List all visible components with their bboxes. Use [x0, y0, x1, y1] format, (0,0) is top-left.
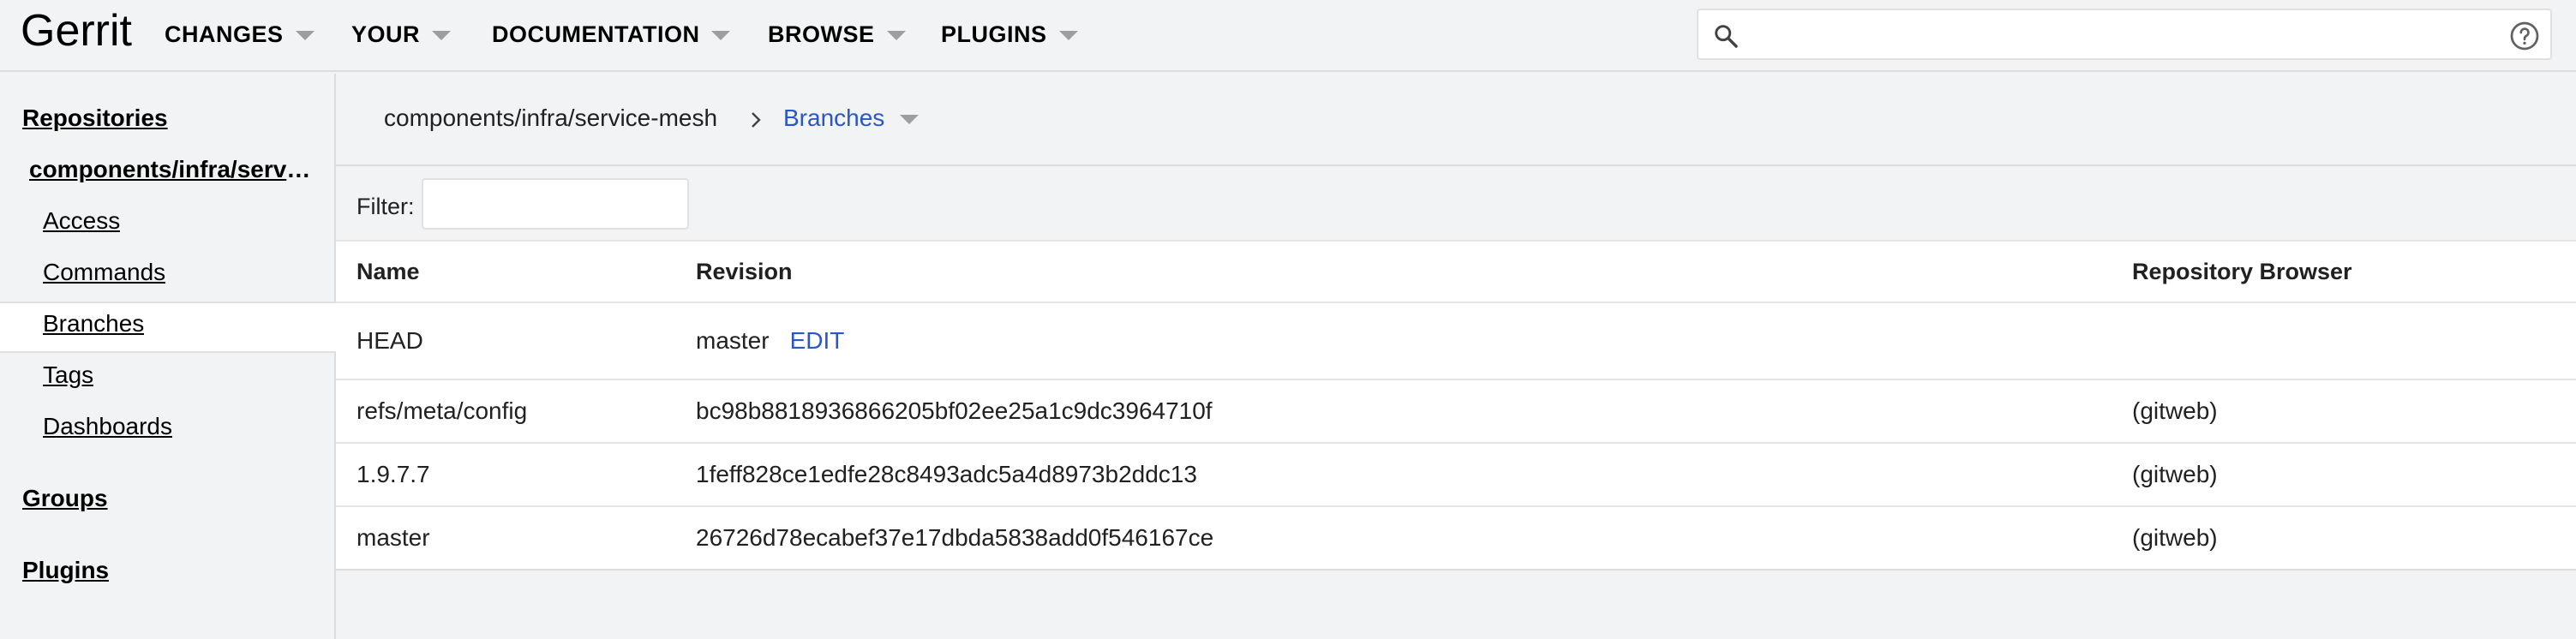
chevron-down-icon	[432, 30, 452, 40]
chevron-down-icon	[900, 114, 920, 124]
breadcrumb-repo: components/infra/service-mesh	[384, 105, 718, 131]
branch-name: master	[356, 524, 430, 551]
nav-your-label: YOUR	[351, 21, 421, 47]
branch-revision-cell: master EDIT	[696, 303, 844, 379]
main-content: components/infra/service-mesh Branches F…	[336, 74, 2576, 639]
sidebar-item-access[interactable]: Access	[43, 207, 120, 235]
branch-revision: 26726d78ecabef37e17dbda5838add0f546167ce	[696, 524, 1214, 551]
nav-browse-label: BROWSE	[768, 21, 875, 47]
gerrit-logo[interactable]: Gerrit	[21, 2, 132, 60]
nav-plugins-label: PLUGINS	[941, 21, 1047, 47]
branch-name: refs/meta/config	[356, 397, 528, 424]
repository-browser-link[interactable]: (gitweb)	[2132, 444, 2218, 505]
search-icon	[1715, 25, 1738, 48]
filter-row: Filter:	[336, 168, 2576, 243]
branch-name: HEAD	[356, 327, 423, 354]
chevron-down-icon	[1058, 30, 1078, 40]
edit-head-button[interactable]: EDIT	[790, 327, 845, 355]
sidebar-link-plugins[interactable]: Plugins	[22, 557, 109, 584]
sidebar-item-commands[interactable]: Commands	[43, 259, 165, 286]
column-header-name: Name	[356, 258, 420, 284]
branch-revision: master	[696, 327, 770, 354]
admin-sidebar: Repositories components/infra/servi... A…	[0, 74, 336, 639]
sidebar-item-branches[interactable]: Branches	[43, 310, 144, 337]
branches-table: Name Revision Repository Browser HEAD ma…	[336, 240, 2576, 570]
table-row: refs/meta/config bc98b8818936866205bf02e…	[336, 379, 2576, 442]
repository-browser-link[interactable]: (gitweb)	[2132, 380, 2218, 442]
sidebar-link-groups[interactable]: Groups	[22, 485, 108, 512]
nav-changes-label: CHANGES	[165, 21, 284, 47]
chevron-down-icon	[886, 30, 906, 40]
breadcrumb: components/infra/service-mesh Branches	[336, 74, 2576, 166]
column-header-revision: Revision	[696, 258, 793, 284]
branch-revision: 1feff828ce1edfe28c8493adc5a4d8973b2ddc13	[696, 461, 1197, 487]
top-header: Gerrit CHANGES YOUR DOCUMENTATION BROWSE…	[0, 0, 2576, 72]
column-header-repository-browser: Repository Browser	[2132, 258, 2352, 284]
search-input[interactable]	[1750, 17, 2487, 53]
help-icon[interactable]	[2509, 21, 2540, 51]
chevron-down-icon	[295, 30, 315, 40]
nav-your-menu[interactable]: YOUR	[351, 0, 452, 69]
sidebar-link-repo-name[interactable]: components/infra/servi...	[29, 156, 312, 183]
table-row: master 26726d78ecabef37e17dbda5838add0f5…	[336, 505, 2576, 570]
filter-label: Filter:	[356, 194, 415, 219]
repository-browser-link[interactable]: (gitweb)	[2132, 507, 2218, 569]
nav-changes-menu[interactable]: CHANGES	[165, 0, 315, 69]
sidebar-link-repositories[interactable]: Repositories	[22, 105, 168, 132]
nav-browse-menu[interactable]: BROWSE	[768, 0, 906, 69]
nav-documentation-label: DOCUMENTATION	[492, 21, 700, 47]
branch-revision: bc98b8818936866205bf02ee25a1c9dc3964710f	[696, 397, 1213, 424]
branch-name: 1.9.7.7	[356, 461, 430, 487]
chevron-down-icon	[711, 30, 731, 40]
chevron-right-icon	[752, 112, 761, 128]
nav-plugins-menu[interactable]: PLUGINS	[941, 0, 1078, 69]
table-row: 1.9.7.7 1feff828ce1edfe28c8493adc5a4d897…	[336, 442, 2576, 505]
search-box	[1697, 9, 2552, 60]
breadcrumb-view-dropdown[interactable]: Branches	[783, 105, 920, 132]
table-row: HEAD master EDIT	[336, 302, 2576, 379]
breadcrumb-current-label: Branches	[783, 105, 885, 131]
table-header-row: Name Revision Repository Browser	[336, 240, 2576, 302]
nav-documentation-menu[interactable]: DOCUMENTATION	[492, 0, 731, 69]
filter-input[interactable]	[422, 178, 689, 230]
sidebar-item-dashboards[interactable]: Dashboards	[43, 413, 172, 440]
sidebar-item-tags[interactable]: Tags	[43, 361, 93, 389]
